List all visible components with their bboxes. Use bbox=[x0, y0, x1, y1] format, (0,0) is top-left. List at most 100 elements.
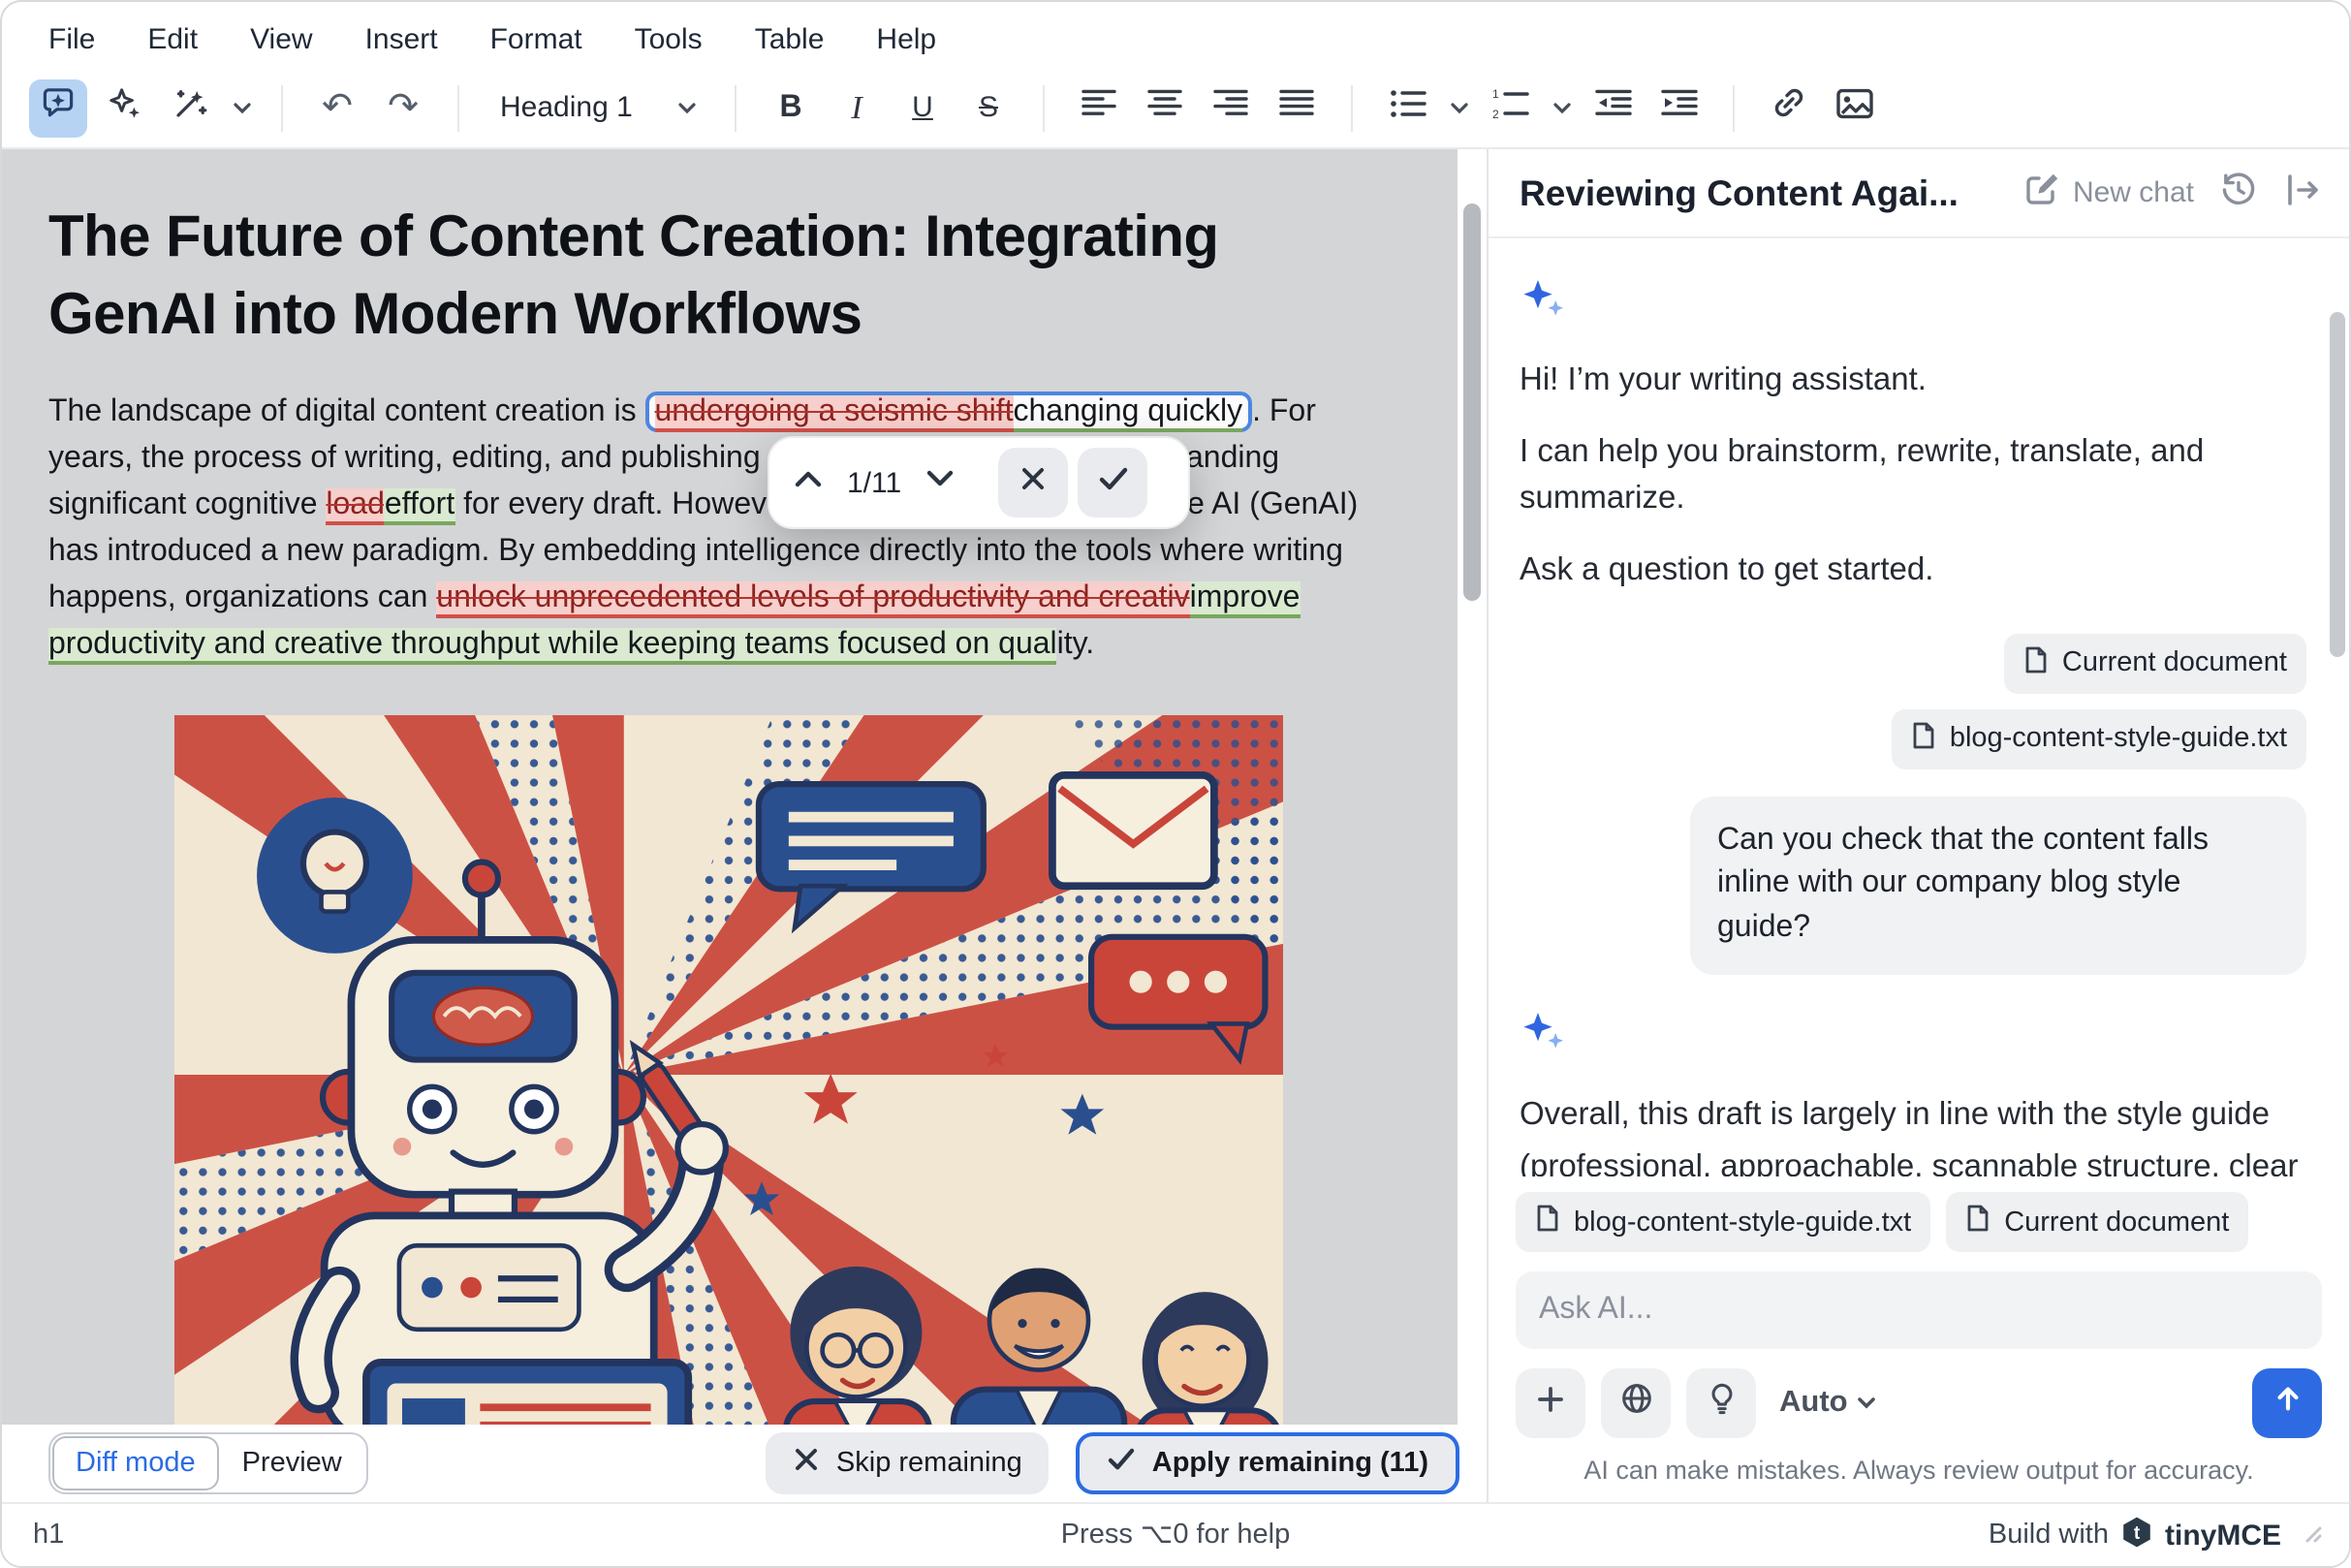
skip-remaining-button[interactable]: Skip remaining bbox=[766, 1432, 1050, 1494]
previous-change-button[interactable] bbox=[783, 457, 833, 508]
ai-tools-button[interactable] bbox=[161, 78, 219, 137]
menu-tools[interactable]: Tools bbox=[635, 22, 703, 55]
menu-file[interactable]: File bbox=[48, 22, 95, 55]
globe-icon bbox=[1617, 1380, 1654, 1427]
context-chip-style-guide[interactable]: blog-content-style-guide.txt bbox=[1891, 708, 2306, 769]
undo-button[interactable]: ↶ bbox=[308, 78, 366, 137]
chevron-down-icon bbox=[925, 465, 956, 500]
redo-icon: ↷ bbox=[388, 87, 419, 128]
diff-insertion[interactable]: changing quickly bbox=[1013, 395, 1243, 432]
menu-edit[interactable]: Edit bbox=[147, 22, 198, 55]
indent-icon bbox=[1660, 89, 1697, 126]
paragraph-text: ity. bbox=[1056, 628, 1095, 661]
menu-help[interactable]: Help bbox=[876, 22, 936, 55]
ai-tools-dropdown[interactable] bbox=[227, 78, 256, 137]
current-change-highlight[interactable]: undergoing a seismic shiftchanging quick… bbox=[644, 392, 1253, 432]
context-chip-current-document[interactable]: Current document bbox=[2003, 633, 2306, 694]
ai-sparkle-icon bbox=[1520, 1010, 2306, 1066]
document-paragraph[interactable]: The landscape of digital content creatio… bbox=[48, 390, 1407, 669]
redo-button[interactable]: ↷ bbox=[374, 78, 432, 137]
diff-mode-toggle[interactable]: Diff mode bbox=[52, 1436, 219, 1490]
document-icon bbox=[1911, 720, 1936, 757]
chat-composer: blog-content-style-guide.txt Current doc… bbox=[1489, 1176, 2349, 1502]
assistant-greeting: Hi! I’m your writing assistant. bbox=[1520, 362, 1927, 397]
diff-navigator-dialog: 1/11 bbox=[768, 436, 1190, 529]
plus-icon bbox=[1533, 1381, 1568, 1426]
diff-insertion[interactable]: effort bbox=[384, 488, 455, 525]
bold-button[interactable]: B bbox=[762, 78, 820, 137]
undo-icon: ↶ bbox=[322, 87, 353, 128]
align-left-button[interactable] bbox=[1070, 78, 1128, 137]
reject-change-button[interactable] bbox=[998, 448, 1069, 517]
menu-format[interactable]: Format bbox=[490, 22, 582, 55]
composer-chip-current-document[interactable]: Current document bbox=[1946, 1192, 2249, 1252]
ai-assistant-button[interactable] bbox=[29, 78, 87, 137]
composer-chip-style-guide[interactable]: blog-content-style-guide.txt bbox=[1516, 1192, 1931, 1252]
chat-history-button[interactable] bbox=[2219, 170, 2258, 216]
send-button[interactable] bbox=[2252, 1368, 2322, 1438]
italic-button[interactable]: I bbox=[828, 78, 886, 137]
chat-scrollbar-thumb[interactable] bbox=[2330, 312, 2345, 657]
web-search-button[interactable] bbox=[1601, 1368, 1671, 1438]
numbered-list-dropdown[interactable] bbox=[1547, 78, 1576, 137]
lightbulb-icon bbox=[1703, 1380, 1740, 1427]
statusbar: h1 Press ⌥0 for help Build with t tinyMC… bbox=[2, 1502, 2349, 1566]
chat-messages[interactable]: Hi! I’m your writing assistant. I can he… bbox=[1489, 238, 2349, 1176]
bullet-list-button[interactable] bbox=[1378, 78, 1436, 137]
next-change-button[interactable] bbox=[915, 457, 965, 508]
menu-view[interactable]: View bbox=[250, 22, 313, 55]
history-icon bbox=[2219, 170, 2258, 216]
ai-shortcuts-button[interactable] bbox=[95, 78, 153, 137]
numbered-list-button[interactable]: 12 bbox=[1481, 78, 1539, 137]
branding[interactable]: Build with t tinyMCE bbox=[1989, 1515, 2322, 1555]
editor-scrollbar-thumb[interactable] bbox=[1463, 204, 1481, 601]
bullet-list-dropdown[interactable] bbox=[1444, 78, 1473, 137]
strikethrough-button[interactable]: S bbox=[959, 78, 1018, 137]
indent-button[interactable] bbox=[1649, 78, 1708, 137]
accept-change-button[interactable] bbox=[1078, 448, 1148, 517]
align-justify-button[interactable] bbox=[1268, 78, 1326, 137]
diff-deletion[interactable]: undergoing a seismic shift bbox=[654, 395, 1014, 432]
collapse-panel-icon bbox=[2283, 172, 2322, 214]
align-right-button[interactable] bbox=[1202, 78, 1260, 137]
collapse-sidebar-button[interactable] bbox=[2283, 172, 2322, 214]
align-center-button[interactable] bbox=[1136, 78, 1194, 137]
insert-image-button[interactable] bbox=[1826, 78, 1884, 137]
apply-remaining-button[interactable]: Apply remaining (11) bbox=[1076, 1432, 1459, 1494]
underline-button[interactable]: U bbox=[893, 78, 952, 137]
toolbar-separator bbox=[457, 84, 459, 131]
suggestions-button[interactable] bbox=[1686, 1368, 1756, 1438]
block-format-label: Heading 1 bbox=[500, 91, 633, 124]
outdent-icon bbox=[1594, 89, 1631, 126]
ai-sparkle-icon bbox=[1520, 277, 2306, 333]
genai-collaboration-illustration[interactable] bbox=[2, 149, 1458, 1425]
block-format-select[interactable]: Heading 1 bbox=[481, 78, 713, 137]
document-canvas[interactable]: The Future of Content Creation: Integrat… bbox=[2, 149, 1458, 1425]
ai-chat-bubble-icon bbox=[39, 83, 78, 132]
svg-text:t: t bbox=[2134, 1522, 2141, 1543]
brand-name: tinyMCE bbox=[2165, 1519, 2281, 1552]
outdent-button[interactable] bbox=[1583, 78, 1642, 137]
add-attachment-button[interactable] bbox=[1516, 1368, 1585, 1438]
element-path[interactable]: h1 bbox=[33, 1520, 64, 1551]
resize-grip-icon[interactable] bbox=[2301, 1520, 2322, 1551]
diff-deletion[interactable]: unlock unprecedented levels of productiv… bbox=[436, 581, 1190, 618]
link-button[interactable] bbox=[1760, 78, 1818, 137]
menubar: File Edit View Insert Format Tools Table… bbox=[2, 2, 2349, 68]
ai-sparkle-icon bbox=[105, 83, 143, 132]
assistant-capabilities: I can help you brainstorm, rewrite, tran… bbox=[1520, 433, 2205, 516]
menu-table[interactable]: Table bbox=[755, 22, 825, 55]
menu-insert[interactable]: Insert bbox=[365, 22, 438, 55]
ai-chat-sidebar: Reviewing Content Agai... New chat Hi! I… bbox=[1487, 149, 2349, 1502]
image-icon bbox=[1835, 86, 1874, 129]
view-mode-toggle: Diff mode Preview bbox=[48, 1432, 369, 1494]
ask-ai-input[interactable] bbox=[1516, 1271, 2322, 1349]
chevron-down-icon bbox=[1858, 1386, 1877, 1421]
preview-toggle[interactable]: Preview bbox=[219, 1436, 365, 1490]
toolbar-separator bbox=[1043, 84, 1045, 131]
chevron-up-icon bbox=[793, 465, 824, 500]
model-mode-select[interactable]: Auto bbox=[1779, 1386, 1877, 1421]
assistant-prompt-hint: Ask a question to get started. bbox=[1520, 551, 1934, 587]
diff-deletion[interactable]: load bbox=[326, 488, 385, 525]
new-chat-button[interactable]: New chat bbox=[2024, 171, 2194, 215]
